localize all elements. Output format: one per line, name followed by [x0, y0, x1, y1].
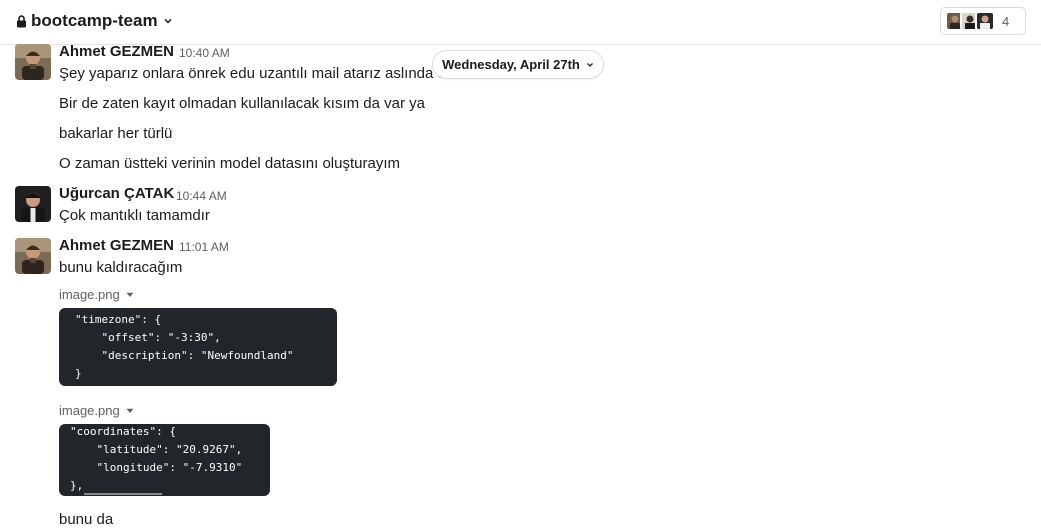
avatar[interactable]: [15, 44, 51, 80]
member-avatar: [975, 11, 995, 31]
channel-name: bootcamp-team: [31, 11, 158, 30]
message-text: O zaman üstteki verinin model datasını o…: [59, 155, 400, 172]
chevron-down-icon: [586, 62, 593, 67]
avatar[interactable]: [15, 186, 51, 222]
channel-name-button[interactable]: bootcamp-team: [16, 11, 173, 31]
code-line: "coordinates": {: [70, 425, 176, 438]
file-name: image.png: [59, 287, 120, 302]
code-image-attachment[interactable]: "coordinates": { "latitude": "20.9267", …: [59, 424, 270, 496]
file-name-toggle[interactable]: image.png: [59, 403, 134, 418]
message-text: bakarlar her türlü: [59, 125, 173, 142]
message-text: Bir de zaten kayıt olmadan kullanılacak …: [59, 95, 426, 112]
message-author[interactable]: Ahmet GEZMEN: [59, 237, 174, 254]
code-line: "longitude": "-7.9310": [70, 461, 243, 474]
message-timestamp[interactable]: 11:01 AM: [179, 240, 229, 254]
message-text: bunu da: [59, 511, 114, 528]
caret-down-icon: [126, 292, 134, 297]
file-name-toggle[interactable]: image.png: [59, 287, 134, 302]
caret-down-icon: [126, 408, 134, 413]
code-line: "timezone": {: [75, 313, 162, 326]
message-text: bunu kaldıracağım: [59, 259, 183, 276]
avatar[interactable]: [15, 238, 51, 274]
image-scrollbar[interactable]: [84, 493, 162, 495]
message-text: Çok mantıklı tamamdır: [59, 207, 210, 224]
code-line: }: [75, 367, 82, 380]
member-count: 4: [1002, 13, 1010, 29]
code-line: "description": "Newfoundland": [75, 349, 294, 362]
code-line: "latitude": "20.9267",: [70, 443, 243, 456]
chevron-down-icon: [164, 18, 172, 24]
message-author[interactable]: Uğurcan ÇATAK: [59, 185, 174, 202]
message-timestamp[interactable]: 10:44 AM: [176, 189, 227, 203]
message-author[interactable]: Ahmet GEZMEN: [59, 43, 174, 60]
members-button[interactable]: 4: [940, 7, 1026, 35]
lock-icon: [17, 14, 26, 27]
date-divider-label: Wednesday, April 27th: [442, 57, 580, 72]
message-text: Şey yaparız onlara önrek edu uzantılı ma…: [59, 65, 463, 82]
channel-header: bootcamp-team 4: [0, 0, 1041, 45]
code-line: "offset": "-3:30",: [75, 331, 221, 344]
file-name: image.png: [59, 403, 120, 418]
code-line: },: [70, 479, 84, 492]
code-image-attachment[interactable]: "timezone": { "offset": "-3:30", "descri…: [59, 308, 337, 386]
message-timestamp[interactable]: 10:40 AM: [179, 46, 230, 60]
date-divider-button[interactable]: Wednesday, April 27th: [432, 50, 604, 79]
